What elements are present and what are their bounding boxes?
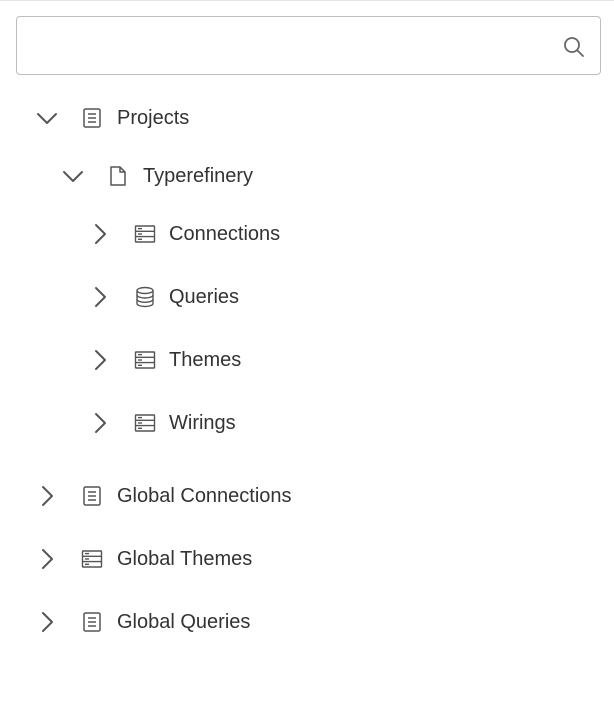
tree-node-label: Wirings xyxy=(169,412,236,434)
tree-node-global-themes[interactable]: Global Themes xyxy=(0,539,614,579)
file-icon xyxy=(107,165,129,187)
tree-node-global-queries[interactable]: Global Queries xyxy=(0,602,614,642)
chevron-right-icon[interactable] xyxy=(88,222,112,246)
tree-node-label: Connections xyxy=(169,223,281,245)
tree-node-label: Typerefinery xyxy=(143,165,254,187)
server-icon xyxy=(134,223,156,245)
tree-node-themes[interactable]: Themes xyxy=(0,340,614,380)
chevron-down-icon[interactable] xyxy=(35,106,59,130)
tree-node-label: Themes xyxy=(169,349,242,371)
tree-node-projects[interactable]: Projects xyxy=(0,98,614,138)
tree-panel: Projects Typerefinery Connections Querie… xyxy=(0,0,614,703)
chevron-right-icon[interactable] xyxy=(88,411,112,435)
chevron-right-icon[interactable] xyxy=(35,610,59,634)
chevron-down-icon[interactable] xyxy=(61,164,85,188)
document-list-icon xyxy=(81,107,103,129)
tree-node-typerefinery[interactable]: Typerefinery xyxy=(0,156,614,196)
tree-node-label: Global Queries xyxy=(117,611,251,633)
tree-node-global-connections[interactable]: Global Connections xyxy=(0,476,614,516)
tree-node-label: Projects xyxy=(117,107,190,129)
chevron-right-icon[interactable] xyxy=(88,285,112,309)
search-icon[interactable] xyxy=(562,35,586,59)
chevron-right-icon[interactable] xyxy=(35,547,59,571)
chevron-right-icon[interactable] xyxy=(35,484,59,508)
tree-node-queries[interactable]: Queries xyxy=(0,277,614,317)
tree-node-wirings[interactable]: Wirings xyxy=(0,403,614,443)
database-icon xyxy=(134,286,156,308)
server-icon xyxy=(81,548,103,570)
chevron-right-icon[interactable] xyxy=(88,348,112,372)
search-box[interactable] xyxy=(16,16,601,75)
tree-node-label: Global Connections xyxy=(117,485,292,507)
tree-node-connections[interactable]: Connections xyxy=(0,214,614,254)
document-list-icon xyxy=(81,611,103,633)
tree-node-label: Queries xyxy=(169,286,240,308)
server-icon xyxy=(134,412,156,434)
search-input[interactable] xyxy=(29,27,549,65)
document-list-icon xyxy=(81,485,103,507)
tree-node-label: Global Themes xyxy=(117,548,253,570)
server-icon xyxy=(134,349,156,371)
